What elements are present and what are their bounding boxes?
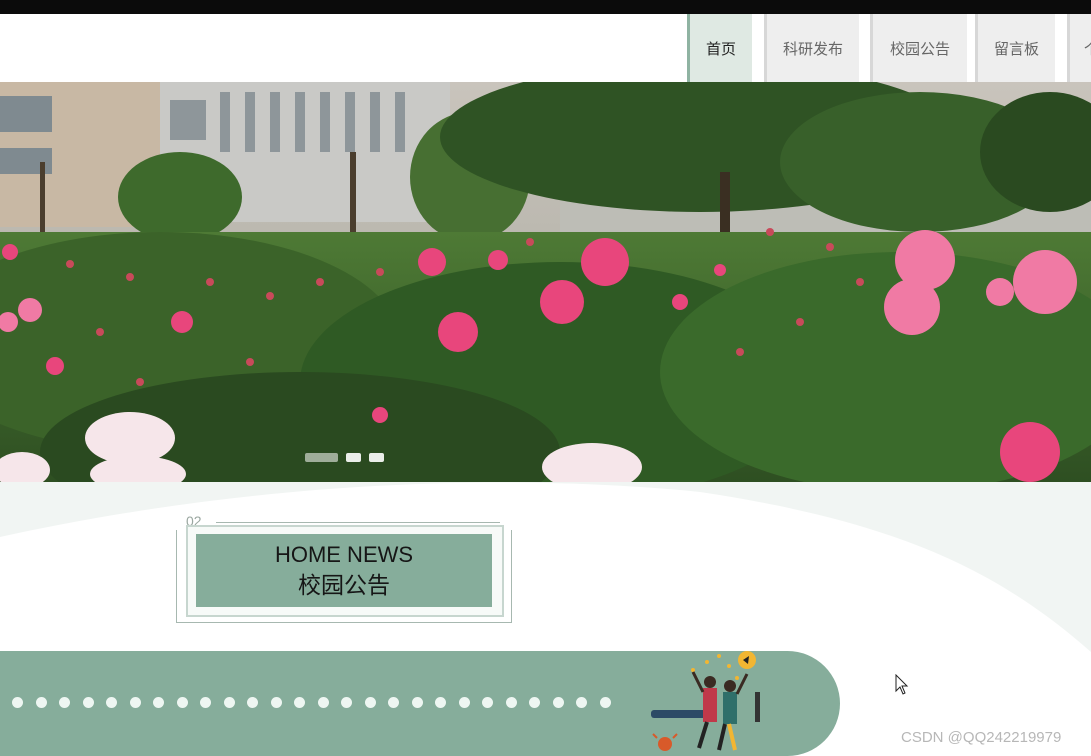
strip-dot xyxy=(247,697,258,708)
browser-top-bar xyxy=(0,0,1091,14)
nav-item-research[interactable]: 科研发布 xyxy=(764,14,859,82)
strip-dot xyxy=(106,697,117,708)
carousel-indicators xyxy=(305,453,384,462)
strip-dot xyxy=(435,697,446,708)
strip-dot xyxy=(411,697,423,708)
strip-dot xyxy=(129,697,141,708)
section-title-en: HOME NEWS xyxy=(274,541,414,567)
section-heading: HOME NEWS 校园公告 xyxy=(196,534,492,607)
banner-image xyxy=(0,82,1091,482)
banner-carousel[interactable] xyxy=(0,82,1091,482)
section-title-cn: 校园公告 xyxy=(298,571,390,598)
strip-dot xyxy=(529,697,540,708)
strip-dot xyxy=(223,697,235,708)
carousel-dot-3[interactable] xyxy=(369,453,384,462)
strip-dot xyxy=(153,697,164,708)
strip-dot xyxy=(599,697,611,708)
main-nav: 首页 科研发布 校园公告 留言板 个 xyxy=(0,14,1091,82)
strip-dot xyxy=(552,697,564,708)
mouse-pointer-icon xyxy=(895,674,909,695)
news-strip-dots xyxy=(12,697,611,708)
nav-item-announcements[interactable]: 校园公告 xyxy=(870,14,967,82)
strip-dot xyxy=(576,697,587,708)
watermark: CSDN @QQ242219979 xyxy=(901,729,1062,746)
carousel-dot-2[interactable] xyxy=(346,453,361,462)
strip-dot xyxy=(317,697,329,708)
strip-dot xyxy=(294,697,305,708)
nav-item-home[interactable]: 首页 xyxy=(687,14,752,82)
strip-dot xyxy=(176,697,188,708)
strip-dot xyxy=(200,697,211,708)
nav-item-message-board[interactable]: 留言板 xyxy=(975,14,1055,82)
strip-dot xyxy=(59,697,70,708)
strip-dot xyxy=(364,697,376,708)
strip-dot xyxy=(482,697,493,708)
strip-dot xyxy=(12,697,23,708)
strip-dot xyxy=(341,697,352,708)
strip-dot xyxy=(82,697,94,708)
strip-dot xyxy=(458,697,470,708)
strip-dot xyxy=(35,697,47,708)
heading-decor-line xyxy=(216,522,500,523)
carousel-dot-1[interactable] xyxy=(305,453,338,462)
people-celebrating-illustration xyxy=(651,651,760,751)
strip-dot xyxy=(505,697,517,708)
nav-item-personal[interactable]: 个 xyxy=(1067,14,1091,82)
strip-dot xyxy=(388,697,399,708)
strip-dot xyxy=(270,697,282,708)
